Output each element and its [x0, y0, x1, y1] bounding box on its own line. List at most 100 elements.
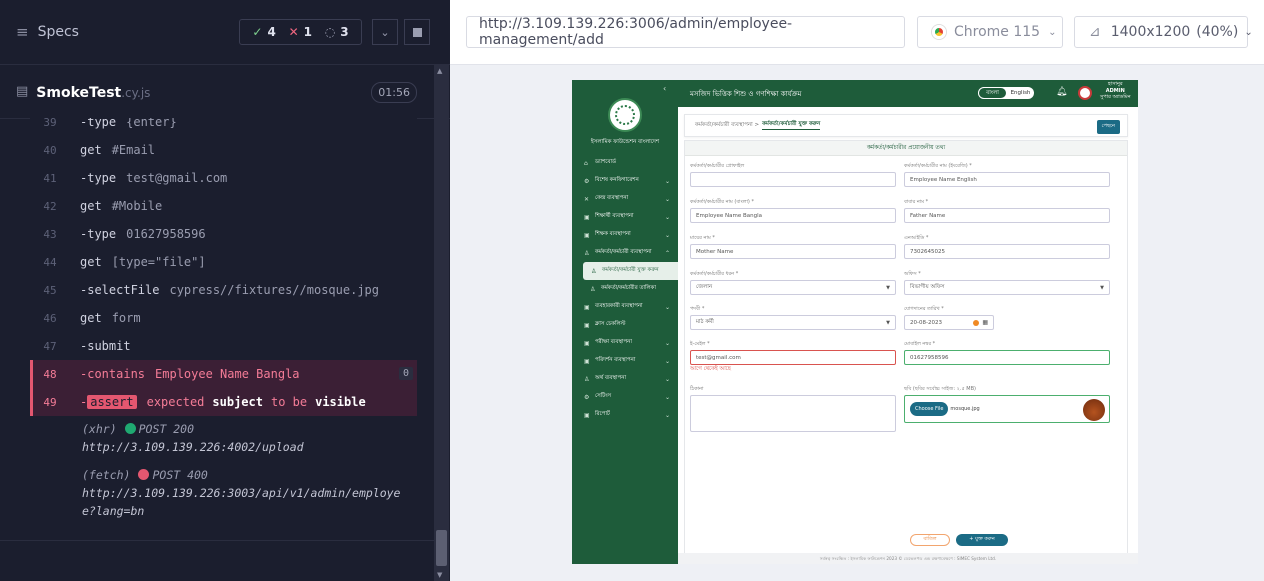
menu-item-icon: ♙	[584, 375, 590, 383]
lang-en[interactable]: English	[1007, 90, 1034, 96]
post-select[interactable]: মাঠ কর্মী ▼	[690, 315, 896, 330]
name-en-input[interactable]: Employee Name English	[904, 172, 1110, 187]
request-url-continued: e?lang=bn	[82, 504, 145, 518]
collapse-icon[interactable]: ‹	[663, 84, 666, 93]
menu-item-icon: ⌂	[584, 159, 588, 167]
office-select[interactable]: বিভাগীয় অফিস ▼	[904, 280, 1110, 295]
viewport-info[interactable]: ⊿ 1400x1200 (40%) ⌄	[1074, 16, 1253, 48]
browser-selector[interactable]: Chrome 115 ⌄	[917, 16, 1063, 48]
request-status: POST 200	[138, 422, 195, 436]
command-log-panel: ≡ Specs ✓ 4 ✕ 1 ◌ 3 ⌄ ▤ SmokeTest.cy.js 01:…	[0, 0, 450, 581]
role-select[interactable]: জেলান ▼	[690, 280, 896, 295]
sidebar-item[interactable]: ▣ পরীক্ষা ব্যবস্থাপনা ⌄	[582, 334, 678, 352]
bell-icon[interactable]: 🔔︎	[1056, 87, 1067, 97]
sidebar-item[interactable]: ▣ পরিদর্শন ব্যবস্থাপনা ⌄	[582, 352, 678, 370]
user-info[interactable]: হাসানুর ADMIN সুপার অ্যাডমিন	[1100, 81, 1131, 101]
chrome-icon	[932, 25, 946, 39]
field-label: কর্মকর্তা/কর্মচারীর ধরন *	[690, 271, 739, 277]
command-arg: test@gmail.com	[126, 171, 228, 185]
line-number: 40	[43, 143, 57, 157]
command-row[interactable]: 42 get #Mobile	[30, 192, 417, 220]
cancel-button[interactable]: বাতিল	[910, 534, 950, 546]
chevron-down-icon[interactable]: ⌄	[372, 19, 398, 45]
command-row[interactable]: 39 -type {enter}	[30, 118, 417, 136]
selected-value: মাঠ কর্মী	[696, 318, 714, 325]
chevron-icon: ⌃	[664, 249, 670, 257]
mother-input[interactable]: Mother Name	[690, 244, 896, 259]
sidebar-item[interactable]: ⚙ বিশেষ কনফিগারেশন ⌄	[582, 172, 678, 190]
chevron-icon: ⌄	[664, 177, 670, 185]
form-title: কর্মকর্তা/কর্মচারীর প্রয়োজনীয় তথ্য	[685, 141, 1127, 156]
specs-toggle[interactable]: ≡ Specs	[16, 23, 79, 41]
user-title: সুপার অ্যাডমিন	[1100, 94, 1131, 100]
sidebar-item[interactable]: ♙ কর্মকর্তা/কর্মচারী ব্যবস্থাপনা ⌃	[582, 244, 678, 262]
calendar-icon[interactable]: ▦	[982, 319, 988, 326]
name-bn-input[interactable]: Employee Name Bangla	[690, 208, 896, 223]
menu-item-icon: ♙	[584, 249, 590, 257]
image-upload: Choose File mosque.jpg	[904, 395, 1110, 423]
scroll-up-icon[interactable]: ▲	[437, 67, 442, 75]
father-input[interactable]: Father Name	[904, 208, 1110, 223]
url-bar[interactable]: http://3.109.139.226:3006/admin/employee…	[466, 16, 905, 48]
mobile-field: মোবাইল নম্বর * 01627958596	[904, 341, 1110, 365]
assert-word: expected	[146, 395, 205, 409]
sidebar-item[interactable]: ▣ ব্যবহারকারী ব্যবস্থাপনা ⌄	[582, 298, 678, 316]
field-label: কর্মকর্তা/কর্মচারীর নাম (ইংরেজি) *	[904, 163, 972, 169]
command-row[interactable]: 47 -submit	[30, 332, 417, 360]
selected-value: বিভাগীয় অফিস	[910, 283, 945, 290]
field-label: যোগদানের তারিখ *	[904, 306, 944, 312]
back-button[interactable]: পেছনে	[1096, 120, 1120, 134]
scroll-down-icon[interactable]: ▼	[437, 571, 442, 579]
lang-bn[interactable]: বাংলা	[978, 87, 1007, 99]
nid-input[interactable]: 7302645025	[904, 244, 1110, 259]
photo-input[interactable]	[690, 172, 896, 187]
command-row[interactable]: 45 -selectFile cypress//fixtures//mosque.j…	[30, 276, 417, 304]
submit-button[interactable]: + যুক্ত করুন	[956, 534, 1008, 546]
breadcrumb-parent[interactable]: কর্মকর্তা/কর্মচারী ব্যবস্থাপনা >	[695, 122, 759, 130]
stop-icon[interactable]	[404, 19, 430, 45]
command-row[interactable]: 46 get form	[30, 304, 417, 332]
mobile-input[interactable]: 01627958596	[904, 350, 1110, 365]
email-input[interactable]: test@gmail.com	[690, 350, 896, 365]
avatar[interactable]	[1078, 86, 1092, 100]
command-row[interactable]: 48 -contains Employee Name Bangla 0	[30, 360, 417, 388]
command-row[interactable]: 43 -type 01627958596	[30, 220, 417, 248]
test-stats: ✓ 4 ✕ 1 ◌ 3	[239, 19, 362, 45]
org-name: ইসলামিক ফাউন্ডেশন বাংলাদেশ	[590, 139, 660, 145]
nid-field: এনআইডি * 7302645025	[904, 235, 1110, 259]
network-log-fetch[interactable]: (fetch) POST 400 http://3.109.139.226:300…	[30, 456, 417, 520]
sidebar-item[interactable]: ✕ কেন্দ্র ব্যবস্থাপনা ⌄	[582, 190, 678, 208]
app-frame: ‹ ইসলামিক ফাউন্ডেশন বাংলাদেশ ⌂ ড্যাশবোর্ড…	[572, 80, 1138, 564]
sidebar-item-label: শিক্ষক ব্যবস্থাপনা	[595, 231, 631, 237]
sidebar-item[interactable]: ♙ অর্থ ব্যবস্থাপনা ⌄	[582, 370, 678, 388]
command-row[interactable]: 40 get #Email	[30, 136, 417, 164]
sidebar-item[interactable]: ▣ শিক্ষক ব্যবস্থাপনা ⌄	[582, 226, 678, 244]
address-textarea[interactable]	[690, 395, 896, 432]
sidebar-item[interactable]: ▣ রিপোর্ট ⌄	[582, 406, 678, 424]
clear-date-icon[interactable]	[973, 320, 979, 326]
command-row[interactable]: 44 get [type="file"]	[30, 248, 417, 276]
sidebar-item[interactable]: ♙ কর্মকর্তা/কর্মচারীর তালিকা	[582, 280, 678, 298]
language-toggle[interactable]: বাংলা English	[978, 87, 1034, 99]
caret-down-icon: ▼	[1100, 284, 1104, 291]
menu-item-icon: ▣	[584, 213, 590, 221]
app-footer: সর্বস্বত্ব সংরক্ষিত : ইসলামিক ফাউন্ডেশন …	[678, 553, 1138, 564]
post-field: পদবী * মাঠ কর্মী ▼	[690, 306, 896, 330]
command-row[interactable]: 41 -type test@gmail.com	[30, 164, 417, 192]
command-row[interactable]: 49 - assert expected subject to be visib…	[30, 388, 417, 416]
sidebar-item[interactable]: ▣ ক্লাস চেকলিস্ট	[582, 316, 678, 334]
assert-word: visible	[315, 395, 366, 409]
photo-field: কর্মকর্তা/কর্মচারীর প্রোফাইল	[690, 163, 896, 187]
sidebar-item[interactable]: ⚙ সেটিংস ⌄	[582, 388, 678, 406]
menu-item-icon: ▣	[584, 321, 590, 329]
sidebar-item[interactable]: ⌂ ড্যাশবোর্ড	[582, 154, 678, 172]
sidebar-item[interactable]: ♙ কর্মকর্তা/কর্মচারী যুক্ত করুন	[583, 262, 678, 280]
command-log-scrollbar[interactable]: ▲ ▼	[434, 65, 449, 581]
zoom-level: (40%)	[1196, 24, 1239, 40]
command-name: get	[80, 311, 102, 325]
join-date-input[interactable]: 20-08-2023 ▦	[904, 315, 994, 330]
sidebar-item[interactable]: ▣ শিক্ষার্থী ব্যবস্থাপনা ⌄	[582, 208, 678, 226]
network-log-xhr[interactable]: (xhr) POST 200 http://3.109.139.226:4002/…	[30, 416, 417, 456]
scrollbar-thumb[interactable]	[436, 530, 447, 566]
choose-file-button[interactable]: Choose File	[910, 402, 949, 416]
